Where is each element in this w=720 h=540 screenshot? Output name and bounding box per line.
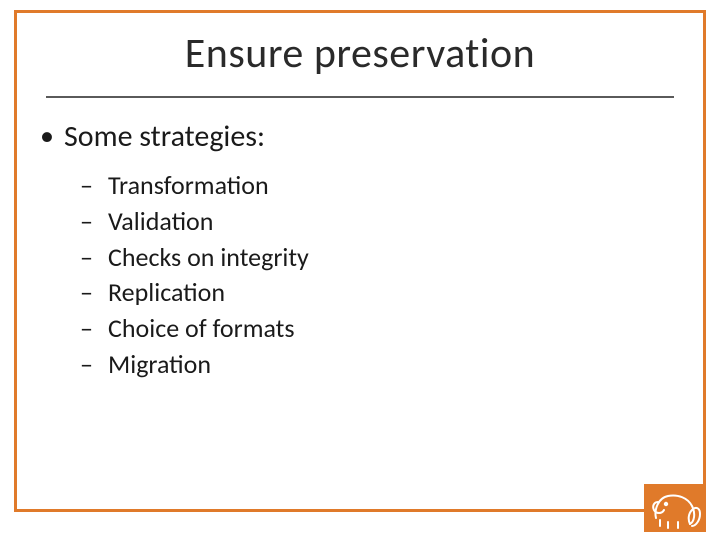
slide: Ensure preservation Some strategies: Tra… (0, 0, 720, 540)
bullet-level-2: Replication (80, 276, 680, 310)
bullet-level-1: Some strategies: (40, 118, 680, 155)
bullet-level-2: Validation (80, 205, 680, 239)
bullet-level-2: Migration (80, 348, 680, 382)
bullet-level-2: Transformation (80, 169, 680, 203)
elephant-logo-icon (644, 484, 706, 532)
bullet-level-2: Choice of formats (80, 312, 680, 346)
slide-title: Ensure preservation (0, 28, 720, 79)
bullet-level-2: Checks on integrity (80, 241, 680, 275)
slide-body: Some strategies: Transformation Validati… (40, 118, 680, 384)
title-rule (46, 96, 674, 98)
